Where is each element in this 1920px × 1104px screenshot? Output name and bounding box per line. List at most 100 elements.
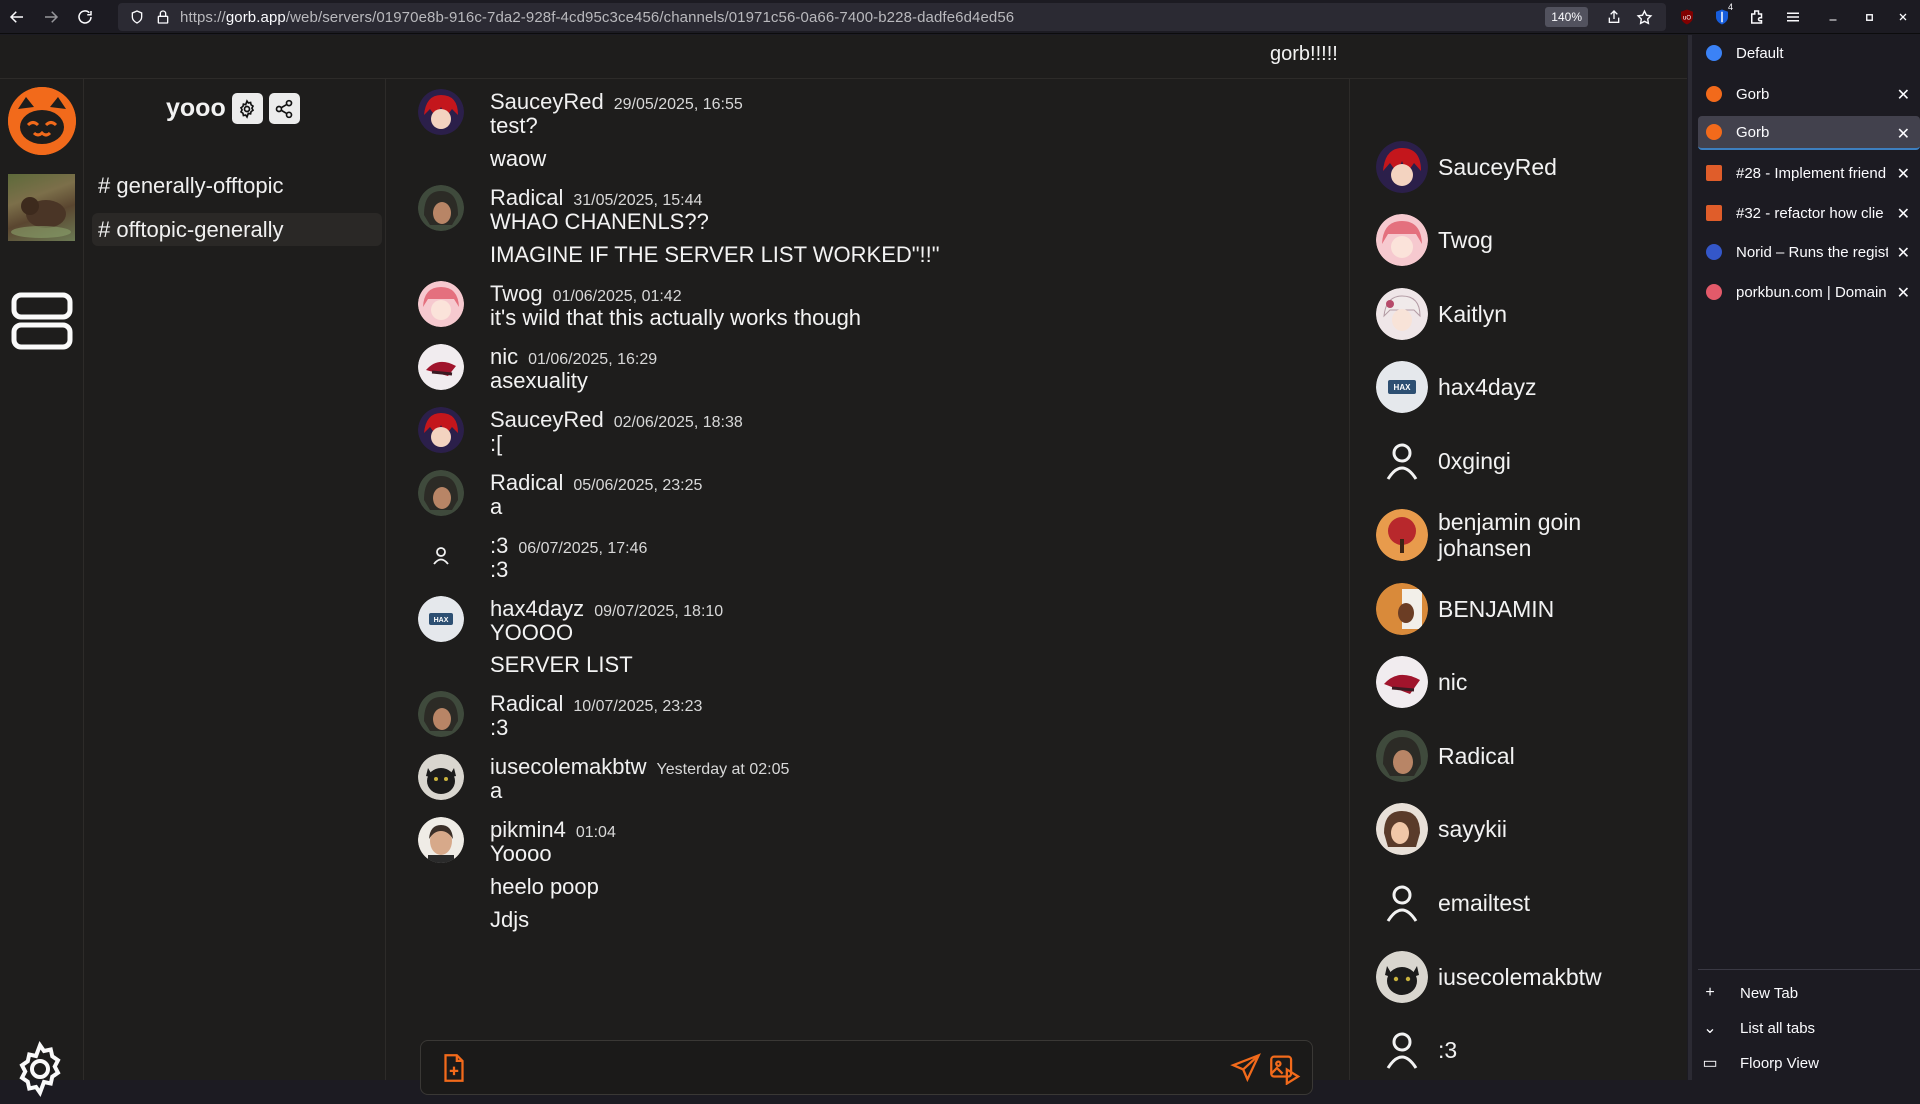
- share-server-button[interactable]: [268, 93, 300, 124]
- tab-implement-friend[interactable]: #28 - Implement friend ✕: [1698, 156, 1920, 190]
- url-text[interactable]: https://gorb.app/web/servers/01970e8b-91…: [180, 9, 1014, 26]
- avatar-radical[interactable]: [418, 185, 464, 231]
- ublock-icon[interactable]: uO: [1670, 0, 1704, 34]
- avatar-hax4dayz[interactable]: HAX: [418, 596, 464, 642]
- svg-text:HAX: HAX: [1394, 383, 1412, 392]
- message-author[interactable]: pikmin4: [490, 817, 566, 843]
- gorb-server-icon[interactable]: [8, 87, 76, 155]
- message-author[interactable]: SauceyRed: [490, 407, 604, 433]
- tab-close-icon[interactable]: ✕: [1897, 85, 1910, 105]
- tab-divider: [1698, 969, 1920, 970]
- zoom-indicator[interactable]: 140%: [1545, 7, 1588, 27]
- member-item[interactable]: iusecolemakbtw: [1376, 947, 1638, 1007]
- tab-porkbun[interactable]: porkbun.com | Domain ✕: [1698, 275, 1920, 309]
- share-icon[interactable]: [1604, 7, 1624, 27]
- new-tab-button[interactable]: + New Tab: [1700, 976, 1920, 1010]
- avatar-iusecolemakbtw[interactable]: [418, 754, 464, 800]
- gorb-app: gorb!!!!! yooo # generally-offtopic # of…: [0, 35, 1687, 1098]
- message-author[interactable]: nic: [490, 344, 518, 370]
- floorp-view-icon: ▭: [1702, 1055, 1718, 1072]
- tab-favicon: [1706, 284, 1722, 300]
- message-text: waow: [490, 146, 547, 171]
- avatar-sauceyred[interactable]: [418, 89, 464, 135]
- member-item[interactable]: 0xgingi: [1376, 431, 1638, 491]
- tab-close-icon[interactable]: ✕: [1897, 283, 1910, 303]
- minimize-icon[interactable]: [1816, 0, 1850, 34]
- member-item[interactable]: HAX hax4dayz: [1376, 357, 1638, 417]
- tracking-protection-icon[interactable]: [128, 8, 146, 26]
- member-name: emailtest: [1438, 890, 1531, 916]
- member-item[interactable]: nic: [1376, 652, 1638, 712]
- server-settings-button[interactable]: [231, 93, 263, 124]
- member-item[interactable]: Kaitlyn: [1376, 284, 1638, 344]
- member-item[interactable]: Radical: [1376, 726, 1638, 786]
- message-author[interactable]: :3: [490, 533, 508, 559]
- avatar-radical[interactable]: [418, 470, 464, 516]
- message-text: heelo poop: [490, 874, 599, 899]
- tab-gorb[interactable]: Gorb ✕: [1698, 77, 1920, 111]
- message-author[interactable]: iusecolemakbtw: [490, 754, 647, 780]
- member-item[interactable]: benjamin goin johansen: [1376, 505, 1638, 565]
- message-author[interactable]: SauceyRed: [490, 89, 604, 115]
- message-text: asexuality: [490, 368, 588, 393]
- tab-title: Gorb: [1736, 85, 1770, 103]
- back-icon[interactable]: [0, 0, 34, 34]
- chevron-down-icon: ⌄: [1703, 1020, 1717, 1037]
- lock-icon[interactable]: [154, 8, 172, 26]
- message-author[interactable]: Radical: [490, 691, 563, 717]
- close-window-icon[interactable]: [1886, 0, 1920, 34]
- channel-offtopic-generally[interactable]: # offtopic-generally: [92, 213, 382, 246]
- tab-close-icon[interactable]: ✕: [1897, 164, 1910, 184]
- message-header: pikmin4 01:04: [490, 817, 616, 843]
- tab-norid[interactable]: Norid – Runs the regist ✕: [1698, 235, 1920, 269]
- avatar-sauceyred[interactable]: [418, 407, 464, 453]
- member-item[interactable]: Twog: [1376, 210, 1638, 270]
- tab-close-icon[interactable]: ✕: [1897, 204, 1910, 224]
- url-bar[interactable]: https://gorb.app/web/servers/01970e8b-91…: [118, 3, 1666, 31]
- tab-default[interactable]: Default: [1698, 36, 1920, 70]
- tab-title: #28 - Implement friend: [1736, 164, 1887, 182]
- message-author[interactable]: Radical: [490, 185, 563, 211]
- message-composer[interactable]: [420, 1040, 1313, 1095]
- avatar-radical[interactable]: [418, 691, 464, 737]
- tab-refactor[interactable]: #32 - refactor how clie ✕: [1698, 196, 1920, 230]
- message-header: Radical 05/06/2025, 23:25: [490, 470, 702, 496]
- message-author[interactable]: Radical: [490, 470, 563, 496]
- message-header: SauceyRed 29/05/2025, 16:55: [490, 89, 743, 115]
- message-text: :3: [490, 715, 509, 740]
- avatar-default-user-icon[interactable]: [418, 533, 464, 579]
- member-item[interactable]: sayykii: [1376, 799, 1638, 859]
- bookmark-star-icon[interactable]: [1634, 7, 1654, 27]
- message-author[interactable]: hax4dayz: [490, 596, 584, 622]
- reload-icon[interactable]: [68, 0, 102, 34]
- server-list-icon[interactable]: [10, 289, 74, 353]
- message-author[interactable]: Twog: [490, 281, 543, 307]
- forward-icon[interactable]: [34, 0, 68, 34]
- member-name: sayykii: [1438, 816, 1508, 842]
- extensions-icon[interactable]: [1740, 0, 1774, 34]
- member-item[interactable]: :3: [1376, 1020, 1638, 1080]
- avatar-twog[interactable]: [418, 281, 464, 327]
- member-item[interactable]: emailtest: [1376, 873, 1638, 933]
- member-avatar: [1376, 509, 1428, 561]
- menu-icon[interactable]: [1776, 0, 1810, 34]
- bitwarden-icon[interactable]: 4: [1705, 0, 1739, 34]
- member-item[interactable]: BENJAMIN: [1376, 579, 1638, 639]
- settings-gear-icon[interactable]: [10, 1039, 70, 1099]
- server-rail: [0, 79, 84, 1098]
- tab-gorb-active[interactable]: Gorb ✕: [1698, 116, 1920, 150]
- floorp-view-button[interactable]: ▭ Floorp View: [1700, 1046, 1920, 1080]
- maximize-icon[interactable]: [1852, 0, 1886, 34]
- tab-close-icon[interactable]: ✕: [1897, 243, 1910, 263]
- tab-close-icon[interactable]: ✕: [1897, 124, 1910, 144]
- list-all-tabs-button[interactable]: ⌄ List all tabs: [1700, 1011, 1920, 1045]
- avatar-pikmin4[interactable]: [418, 817, 464, 863]
- member-avatar: [1376, 288, 1428, 340]
- message-timestamp: 01/06/2025, 01:42: [552, 288, 682, 305]
- member-item[interactable]: SauceyRed: [1376, 137, 1638, 197]
- message-timestamp: 06/07/2025, 17:46: [518, 540, 648, 557]
- otter-server-icon[interactable]: [8, 174, 75, 241]
- member-name: Kaitlyn: [1438, 301, 1508, 327]
- channel-generally-offtopic[interactable]: # generally-offtopic: [92, 169, 382, 202]
- avatar-nic[interactable]: [418, 344, 464, 390]
